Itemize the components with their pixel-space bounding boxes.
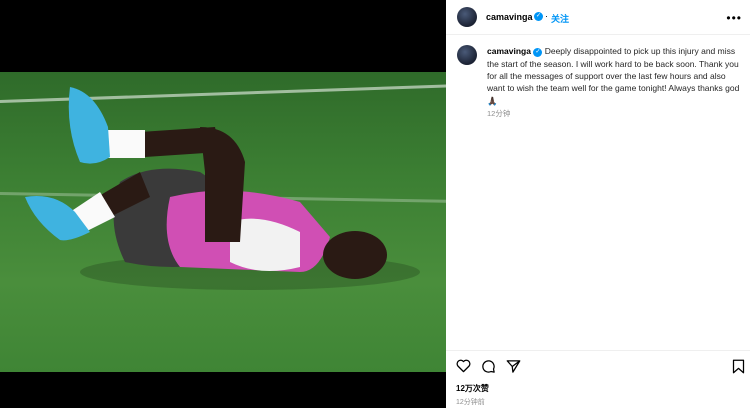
caption-time: 12分钟 (487, 109, 511, 118)
verified-badge-icon: ✓ (534, 12, 543, 21)
share-icon[interactable] (506, 359, 521, 374)
post-time: 12分钟前 (456, 399, 485, 406)
post-side-panel: camavinga ✓ · 关注 ••• camavinga ✓ Deeply … (446, 0, 750, 408)
header-username[interactable]: camavinga (486, 12, 533, 22)
injured-player-illustration (25, 87, 420, 290)
caption-avatar[interactable] (457, 45, 477, 65)
action-bar (446, 350, 750, 375)
post-caption: camavinga ✓ Deeply disappointed to pick … (487, 45, 742, 107)
post-header: camavinga ✓ · 关注 ••• (446, 0, 750, 35)
bookmark-icon[interactable] (732, 359, 745, 374)
avatar[interactable] (457, 7, 477, 27)
caption-username[interactable]: camavinga (487, 46, 531, 56)
post-media-area (0, 0, 446, 408)
comment-icon[interactable] (481, 359, 496, 374)
post-photo[interactable] (0, 72, 446, 372)
verified-badge-icon: ✓ (533, 48, 543, 57)
heart-icon[interactable] (456, 359, 471, 373)
follow-button[interactable]: 关注 (551, 12, 569, 25)
more-options-icon[interactable]: ••• (726, 11, 742, 25)
views-count[interactable]: 12万次赞 (456, 383, 489, 394)
separator-dot: · (545, 11, 548, 21)
